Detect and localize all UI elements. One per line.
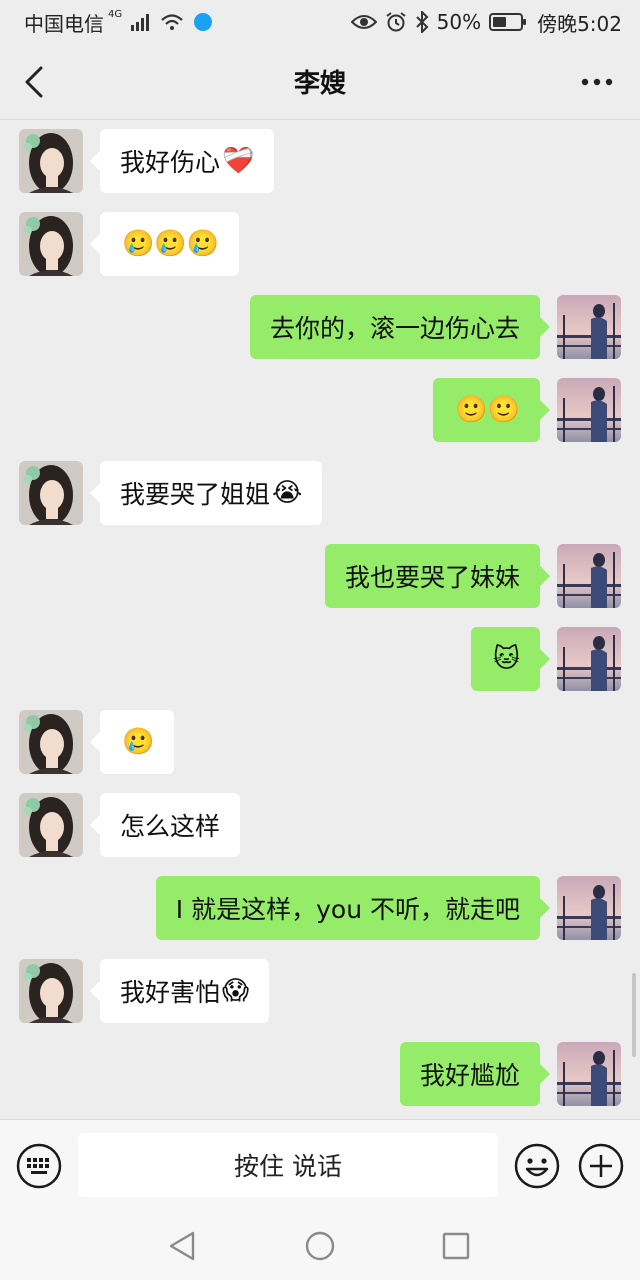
- battery-icon: [489, 13, 527, 31]
- message-row: 我好伤心 ❤️‍🩹: [0, 121, 640, 193]
- sent-message-bubble[interactable]: 我也要哭了妹妹: [324, 544, 551, 608]
- nav-back-button[interactable]: [165, 1229, 199, 1263]
- sent-message-bubble[interactable]: 🙂🙂: [433, 378, 550, 442]
- keyboard-icon: [16, 1143, 62, 1189]
- message-row: 我好尴尬: [0, 1034, 640, 1106]
- nav-home-button[interactable]: [303, 1229, 337, 1263]
- scroll-indicator[interactable]: [632, 973, 636, 1057]
- message-text: 怎么这样: [120, 812, 221, 841]
- message-text: 我好伤心: [120, 148, 221, 177]
- received-message-bubble[interactable]: 我要哭了姐姐 😭: [89, 461, 323, 525]
- contact-avatar[interactable]: [19, 793, 83, 857]
- carrier-label: 中国电信: [24, 11, 104, 36]
- battery-percent: 50%: [436, 10, 482, 34]
- app-notification-icon: [194, 13, 213, 31]
- back-arrow-icon: [25, 66, 43, 98]
- message-row: 我要哭了姐姐 😭: [0, 453, 640, 525]
- sent-message-bubble[interactable]: I 就是这样，you 不听，就走吧: [155, 876, 551, 940]
- emoji-button[interactable]: [514, 1143, 560, 1189]
- my-avatar[interactable]: [557, 544, 621, 608]
- received-message-bubble[interactable]: 我好伤心 ❤️‍🩹: [89, 129, 275, 193]
- system-nav-bar: [0, 1211, 640, 1280]
- alarm-icon: [385, 11, 407, 33]
- message-row: 怎么这样: [0, 785, 640, 857]
- more-functions-button[interactable]: [578, 1143, 624, 1189]
- chat-header: 李嫂: [0, 44, 640, 120]
- message-row: 我好害怕 😱: [0, 951, 640, 1023]
- message-row: 去你的，滚一边伤心去: [0, 287, 640, 359]
- triangle-back-icon: [169, 1231, 195, 1261]
- clock: 傍晚5:02: [537, 11, 622, 36]
- smiley-icon: [514, 1143, 560, 1189]
- contact-avatar[interactable]: [19, 710, 83, 774]
- status-bar: 中国电信 4G 50% 傍晚5:02: [0, 0, 640, 44]
- contact-avatar[interactable]: [19, 959, 83, 1023]
- message-row: 我也要哭了妹妹: [0, 536, 640, 608]
- received-message-bubble[interactable]: 🥲: [89, 710, 175, 774]
- contact-avatar[interactable]: [19, 212, 83, 276]
- circle-home-icon: [305, 1231, 335, 1261]
- message-row: I 就是这样，you 不听，就走吧: [0, 868, 640, 940]
- eye-icon: [350, 13, 377, 31]
- contact-avatar[interactable]: [19, 129, 83, 193]
- chat-title: 李嫂: [293, 69, 346, 99]
- message-emoji: 🥲🥲🥲: [122, 229, 220, 259]
- input-bar: 按住 说话: [0, 1119, 640, 1211]
- received-message-bubble[interactable]: 怎么这样: [89, 793, 241, 857]
- chat-message-list[interactable]: 我好伤心 ❤️‍🩹 🥲🥲🥲 去你的，滚一边伤心去 🙂🙂 我要哭了姐姐 😭 我也要哭了妹妹 🐱 🥲 怎…: [0, 121, 640, 1119]
- my-avatar[interactable]: [557, 627, 621, 691]
- message-text: I 就是这样，you 不听，就走吧: [175, 895, 520, 924]
- message-row: 🙂🙂: [0, 370, 640, 442]
- signal-icon: [130, 13, 152, 31]
- my-avatar[interactable]: [557, 876, 621, 940]
- message-row: 🥲🥲🥲: [0, 204, 640, 276]
- message-row: 🐱: [0, 619, 640, 691]
- network-badge: 4G: [108, 8, 123, 20]
- message-emoji: 🙂🙂: [455, 395, 520, 425]
- wifi-icon: [160, 13, 184, 31]
- more-options-button[interactable]: [580, 66, 614, 98]
- message-emoji: 😭: [272, 478, 303, 508]
- message-text: 我好尴尬: [419, 1061, 520, 1090]
- received-message-bubble[interactable]: 我好害怕 😱: [89, 959, 270, 1023]
- hold-to-talk-button[interactable]: 按住 说话: [78, 1133, 498, 1197]
- message-emoji: 😱: [222, 976, 250, 1006]
- message-text: 我也要哭了妹妹: [344, 563, 520, 592]
- my-avatar[interactable]: [557, 295, 621, 359]
- square-recents-icon: [442, 1232, 470, 1260]
- message-emoji: 🥲: [122, 727, 155, 757]
- my-avatar[interactable]: [557, 1042, 621, 1106]
- sent-message-bubble[interactable]: 去你的，滚一边伤心去: [249, 295, 551, 359]
- message-emoji: 🐱: [492, 644, 520, 674]
- bluetooth-icon: [415, 11, 429, 33]
- keyboard-toggle-button[interactable]: [16, 1143, 62, 1189]
- message-text: 我要哭了姐姐: [120, 480, 271, 509]
- my-avatar[interactable]: [557, 378, 621, 442]
- contact-avatar[interactable]: [19, 461, 83, 525]
- back-button[interactable]: [18, 66, 50, 98]
- more-dots-icon: [581, 78, 613, 86]
- plus-icon: [578, 1143, 624, 1189]
- sent-message-bubble[interactable]: 🐱: [470, 627, 551, 691]
- message-text: 去你的，滚一边伤心去: [269, 314, 520, 343]
- sent-message-bubble[interactable]: 我好尴尬: [399, 1042, 551, 1106]
- message-emoji: ❤️‍🩹: [222, 146, 255, 176]
- received-message-bubble[interactable]: 🥲🥲🥲: [89, 212, 240, 276]
- message-text: 我好害怕: [120, 978, 221, 1007]
- message-row: 🥲: [0, 702, 640, 774]
- nav-recents-button[interactable]: [439, 1229, 473, 1263]
